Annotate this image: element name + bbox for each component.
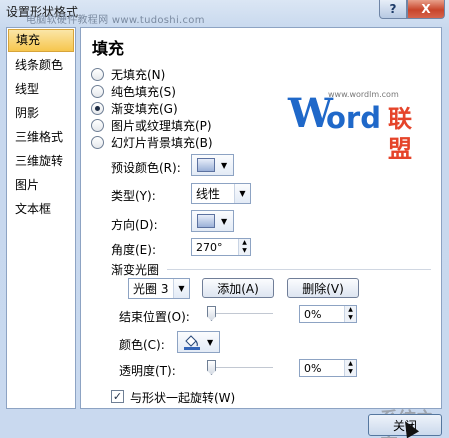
direction-button[interactable]: ▼: [191, 210, 234, 232]
sidebar-item-3d-format[interactable]: 三维格式: [7, 125, 75, 149]
chevron-down-icon: ▼: [221, 160, 228, 170]
logo-url: www.wordlm.com: [328, 90, 399, 99]
type-label: 类型(Y):: [111, 189, 156, 203]
slider-thumb[interactable]: [207, 360, 216, 375]
chevron-down-icon: ▼: [207, 337, 214, 347]
gradient-fill-label: 渐变填充(G): [111, 101, 178, 116]
direction-swatch: [197, 214, 215, 228]
fill-panel: 填充 无填充(N) 纯色填充(S) 渐变填充(G) 图片或纹理填充(P) 幻灯片…: [80, 27, 442, 409]
slider-thumb[interactable]: [207, 306, 216, 321]
group-divider: [167, 269, 431, 270]
sidebar-item-line-style[interactable]: 线型: [7, 77, 75, 101]
solid-fill-radio[interactable]: [91, 84, 104, 98]
angle-label: 角度(E):: [111, 243, 156, 257]
picture-fill-radio[interactable]: [91, 118, 104, 132]
help-button[interactable]: ?: [379, 0, 407, 19]
sidebar-item-3d-rotation[interactable]: 三维旋转: [7, 149, 75, 173]
close-window-button[interactable]: X: [407, 0, 445, 19]
delete-stop-button[interactable]: 删除(V): [287, 278, 359, 298]
logo-cn: 联盟: [388, 105, 412, 163]
chevron-down-icon[interactable]: ▼: [234, 184, 250, 203]
slide-background-fill-radio[interactable]: [91, 135, 104, 149]
solid-fill-label: 纯色填充(S): [111, 84, 176, 99]
type-select[interactable]: 线性 ▼: [191, 183, 251, 204]
sidebar-item-line-color[interactable]: 线条颜色: [7, 53, 75, 77]
add-stop-button[interactable]: 添加(A): [202, 278, 274, 298]
end-position-spinner[interactable]: 0% ▲ ▼: [299, 305, 357, 323]
color-label: 颜色(C):: [119, 338, 165, 352]
direction-label: 方向(D):: [111, 218, 158, 232]
color-picker-button[interactable]: ▼: [177, 331, 220, 353]
slide-background-fill-option[interactable]: 幻灯片背景填充(B): [91, 134, 213, 150]
transparency-value: 0%: [304, 361, 322, 375]
no-fill-option[interactable]: 无填充(N): [91, 66, 165, 82]
transparency-spinner-arrows[interactable]: ▲ ▼: [344, 360, 356, 376]
angle-spinner-arrows[interactable]: ▲ ▼: [238, 239, 250, 255]
title-bar[interactable]: 设置形状格式 电脑软硬件教程网 www.tudoshi.com ? X: [0, 0, 449, 26]
sidebar-item-shadow[interactable]: 阴影: [7, 101, 75, 125]
angle-value: 270°: [196, 240, 223, 254]
paint-bucket-icon: [183, 334, 201, 350]
slider-track: [207, 313, 273, 315]
sidebar-item-fill[interactable]: 填充: [8, 29, 74, 52]
gradient-stop-select[interactable]: 光圈 3 ▼: [128, 278, 190, 299]
end-position-label: 结束位置(O):: [119, 310, 190, 324]
gradient-stops-label: 渐变光圈: [111, 263, 160, 277]
no-fill-radio[interactable]: [91, 67, 104, 81]
gradient-stop-value: 光圈 3: [133, 282, 169, 296]
category-sidebar: 填充 线条颜色 线型 阴影 三维格式 三维旋转 图片 文本框: [6, 27, 76, 409]
logo-ord: ord: [326, 101, 381, 135]
type-value: 线性: [196, 187, 221, 201]
sidebar-item-text-box[interactable]: 文本框: [7, 197, 75, 221]
end-position-slider[interactable]: [207, 305, 273, 323]
end-position-spinner-arrows[interactable]: ▲ ▼: [344, 306, 356, 322]
watermark-text: 电脑软硬件教程网 www.tudoshi.com: [26, 15, 205, 26]
slide-background-fill-label: 幻灯片背景填充(B): [111, 135, 213, 150]
solid-fill-option[interactable]: 纯色填充(S): [91, 83, 176, 99]
picture-fill-label: 图片或纹理填充(P): [111, 118, 212, 133]
preset-colors-button[interactable]: ▼: [191, 154, 234, 176]
preset-colors-label: 预设颜色(R):: [111, 161, 181, 175]
end-position-value: 0%: [304, 307, 322, 321]
gradient-fill-radio[interactable]: [91, 101, 104, 115]
transparency-label: 透明度(T):: [119, 364, 176, 378]
chevron-down-icon: ▼: [221, 216, 228, 226]
slider-track: [207, 367, 273, 369]
angle-spinner[interactable]: 270° ▲ ▼: [191, 238, 251, 256]
format-shape-dialog: 设置形状格式 电脑软硬件教程网 www.tudoshi.com ? X 填充 线…: [0, 0, 449, 438]
picture-fill-option[interactable]: 图片或纹理填充(P): [91, 117, 212, 133]
transparency-slider[interactable]: [207, 359, 273, 377]
gradient-fill-option[interactable]: 渐变填充(G): [91, 100, 178, 116]
preset-color-swatch: [197, 158, 215, 172]
rotate-with-shape-label: 与形状一起旋转(W): [130, 391, 236, 405]
word-league-logo: www.wordlm.com W ord 联盟: [288, 90, 412, 163]
chevron-down-icon[interactable]: ▼: [173, 279, 189, 298]
panel-title: 填充: [92, 39, 125, 58]
rotate-with-shape-checkbox[interactable]: ✓: [111, 390, 124, 403]
sidebar-item-picture[interactable]: 图片: [7, 173, 75, 197]
no-fill-label: 无填充(N): [111, 67, 166, 82]
transparency-spinner[interactable]: 0% ▲ ▼: [299, 359, 357, 377]
